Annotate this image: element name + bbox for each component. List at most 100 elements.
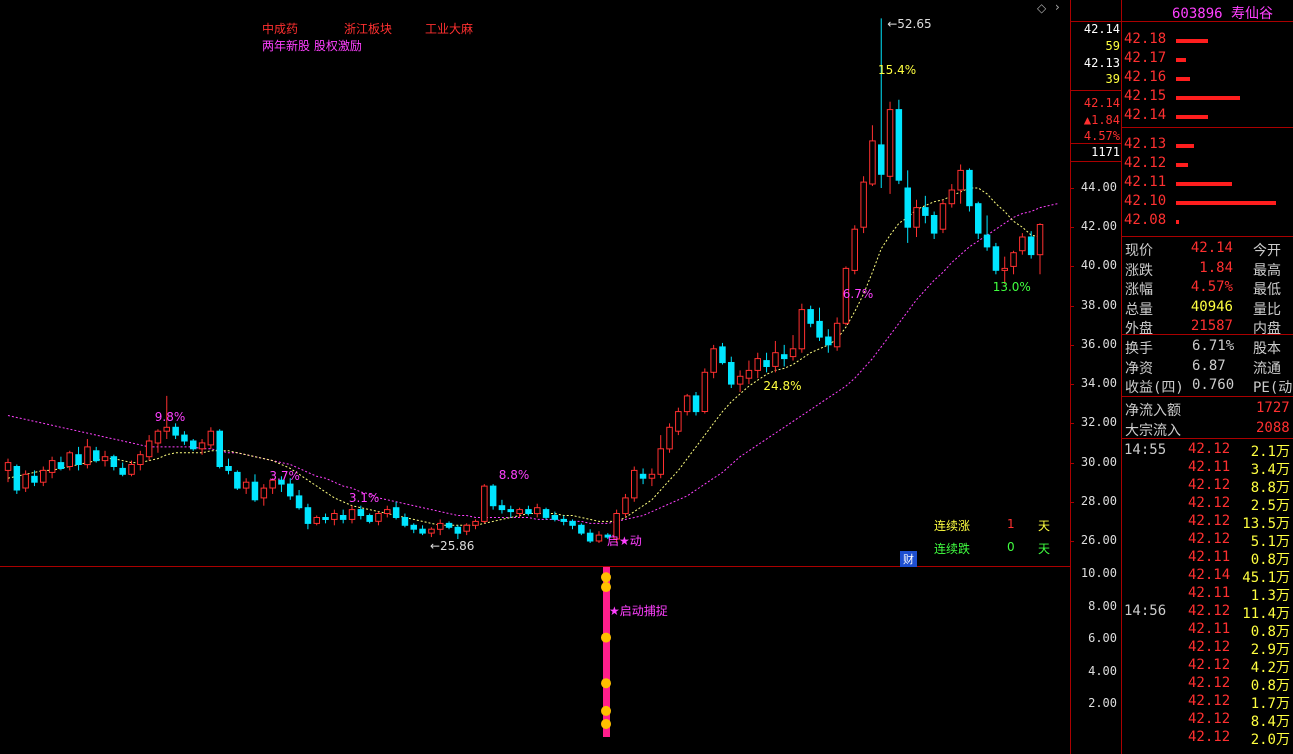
concept-tag[interactable]: 两年新股 股权激励	[262, 37, 362, 54]
flow-label: 净流入额	[1125, 403, 1181, 419]
candle	[498, 505, 506, 511]
order-volume-bar	[1176, 58, 1186, 62]
candle	[260, 487, 268, 499]
diamond-icon[interactable]: ◇	[1037, 1, 1046, 15]
quote-value: 6.71%	[1192, 338, 1235, 354]
tick-mark	[1070, 541, 1074, 542]
order-price: 42.14	[1124, 107, 1167, 123]
order-book-row: 42.12	[1122, 155, 1293, 174]
tick-price: 42.12	[1188, 639, 1231, 655]
tick-volume: 5.1万	[1250, 534, 1290, 550]
candle	[207, 430, 215, 446]
quote-label: 量比	[1253, 301, 1281, 318]
order-price: 42.16	[1124, 69, 1167, 85]
tick-volume: 45.1万	[1242, 570, 1290, 586]
day-unit: 天	[1038, 542, 1051, 556]
axis-volume: 39	[1105, 72, 1120, 86]
candle	[772, 352, 779, 367]
axis-divider	[1070, 90, 1121, 91]
candle	[648, 473, 656, 479]
tick-price: 42.11	[1188, 459, 1231, 475]
tick-mark	[1070, 501, 1074, 503]
candle	[234, 471, 241, 489]
tick-row: 42.11 3.4万	[1122, 459, 1293, 478]
candle	[763, 360, 770, 368]
candle	[860, 181, 867, 228]
price-tick: 28.00	[1080, 493, 1117, 508]
arrow-icon[interactable]: ›	[1055, 0, 1060, 14]
indicator-tick: 2.00	[1088, 696, 1117, 711]
tick-row: 42.12 0.8万	[1122, 675, 1293, 694]
candle	[172, 426, 179, 436]
candle	[428, 528, 435, 534]
candle	[287, 483, 294, 497]
candle	[745, 369, 753, 379]
finance-badge[interactable]: 财	[900, 551, 917, 567]
quote-label: 现价	[1125, 243, 1153, 259]
concept-tag[interactable]: 中成药	[262, 20, 298, 37]
candle	[560, 518, 567, 522]
concept-tag[interactable]: 浙江板块	[344, 20, 392, 37]
tick-mark	[1070, 344, 1074, 346]
candle	[816, 320, 823, 338]
axis-price: 42.14	[1083, 22, 1120, 36]
candle	[375, 513, 382, 522]
candle	[401, 517, 409, 526]
tick-row: 42.12 2.5万	[1122, 495, 1293, 514]
order-price: 42.12	[1124, 155, 1167, 171]
candle	[242, 481, 250, 489]
candle	[489, 485, 497, 507]
candle	[1010, 252, 1017, 267]
price-tick: 38.00	[1080, 297, 1117, 312]
tick-volume: 4.2万	[1250, 660, 1290, 676]
candle	[481, 485, 488, 522]
ma-line-long	[7, 203, 1058, 524]
candle	[701, 371, 709, 412]
tick-mark	[1070, 305, 1074, 307]
tick-price: 42.12	[1188, 441, 1231, 457]
percent-annotation: 13.0%	[993, 280, 1031, 294]
quote-value: 42.14	[1190, 240, 1233, 256]
candle	[798, 309, 806, 350]
quote-value: 6.87	[1192, 357, 1226, 374]
candle	[295, 495, 303, 509]
candle	[622, 497, 629, 515]
quote-label: 总量	[1125, 301, 1153, 318]
candle	[710, 348, 717, 373]
candle	[251, 481, 259, 501]
order-book-row: 42.08	[1122, 212, 1293, 231]
candle	[551, 515, 559, 520]
percent-annotation: 6.7%	[843, 287, 874, 301]
candle	[569, 520, 576, 526]
candle	[825, 336, 832, 346]
signal-icon	[601, 705, 611, 716]
quote-label: 换手	[1125, 341, 1153, 357]
candle	[886, 109, 894, 177]
tick-row: 42.11 0.8万	[1122, 549, 1293, 568]
stock-title[interactable]: 603896 寿仙谷	[1172, 3, 1273, 23]
quote-value: 21587	[1190, 318, 1233, 334]
price-tick: 42.00	[1080, 219, 1117, 234]
candle	[366, 515, 373, 522]
order-book-row: 42.18	[1122, 31, 1293, 50]
indicator-chart[interactable]: ★启动捕捉	[0, 567, 1070, 754]
indicator-axis: 10.00 8.00 6.00 4.00 2.00	[1072, 566, 1120, 754]
axis-divider	[1070, 161, 1121, 162]
price-tick: 32.00	[1080, 415, 1117, 430]
tick-row: 42.12 2.1万	[1122, 441, 1293, 460]
candle	[119, 467, 126, 475]
price-tick: 26.00	[1080, 533, 1117, 547]
concept-tag[interactable]: 工业大麻	[425, 20, 473, 37]
candle	[472, 520, 479, 526]
quote-panel: 603896 寿仙谷 42.18 42.17 42.16 42.15 42.14 42.1…	[1122, 0, 1293, 754]
candle	[1036, 224, 1044, 256]
tick-mark	[1070, 188, 1074, 189]
price-tick: 44.00	[1080, 180, 1117, 194]
candle	[331, 513, 338, 520]
quote-label: 股本	[1253, 341, 1281, 357]
percent-annotation: 3.7%	[269, 469, 300, 483]
candlestick-chart[interactable]: ←52.65 ←25.86 9.8% 3.7% 3.1% 8.8% 24.8% 6.7% 15.…	[0, 0, 1070, 566]
candle	[675, 411, 682, 432]
price-tick: 36.00	[1080, 336, 1117, 351]
candle	[48, 460, 56, 473]
